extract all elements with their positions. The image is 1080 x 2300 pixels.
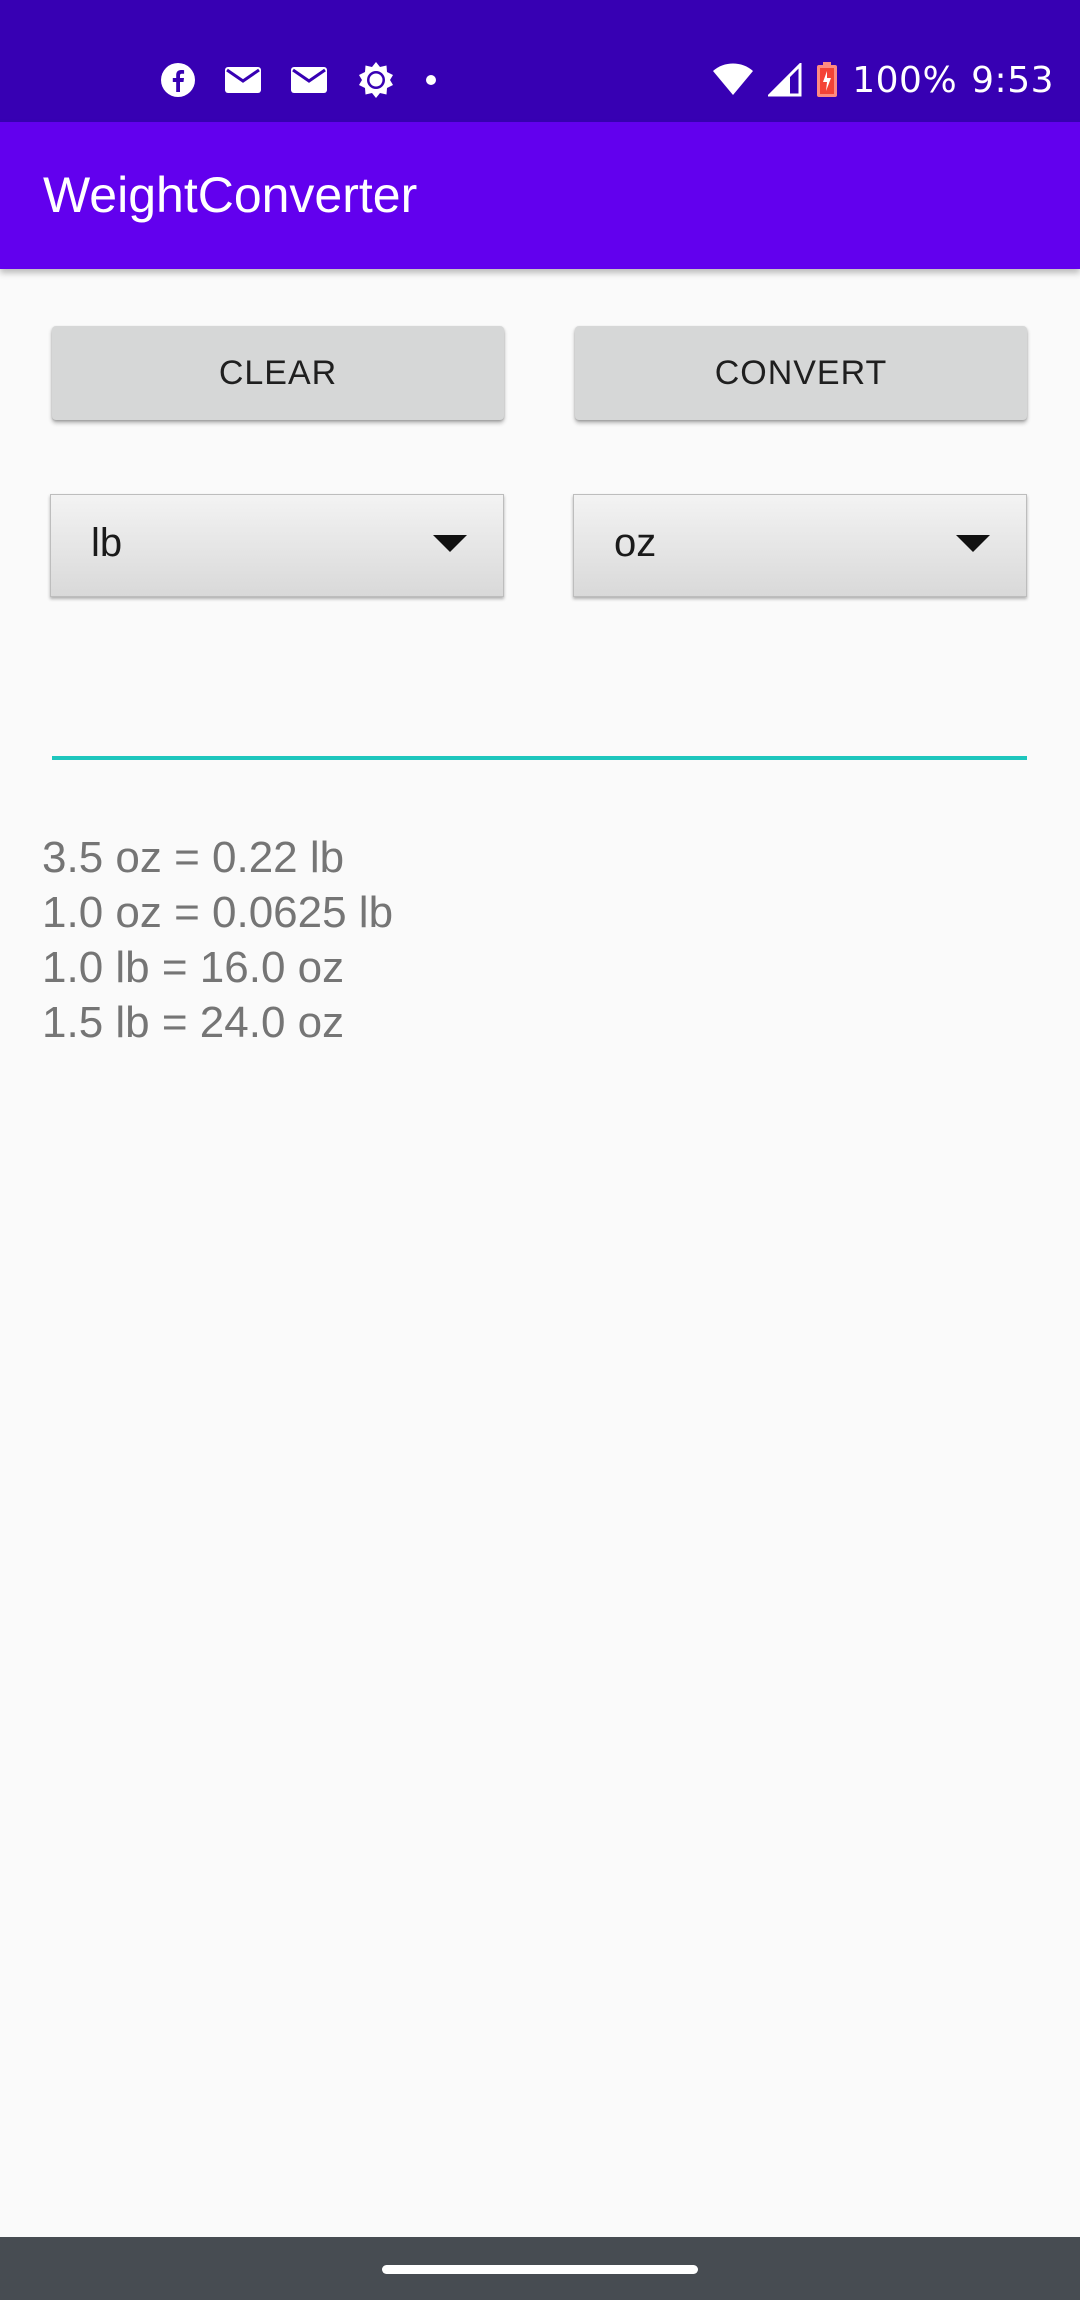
facebook-icon <box>160 62 196 98</box>
app-title: WeightConverter <box>43 167 418 223</box>
system-icons: 100% 9:53 <box>712 56 1054 104</box>
dropdown-arrow-icon <box>433 535 467 552</box>
notification-icons <box>160 56 438 104</box>
conversion-history-list: 3.5 oz = 0.22 lb 1.0 oz = 0.0625 lb 1.0 … <box>42 830 393 1050</box>
app-bar: WeightConverter <box>0 122 1080 269</box>
clock: 9:53 <box>971 59 1054 101</box>
cellular-signal-icon <box>768 63 802 97</box>
history-item: 1.0 lb = 16.0 oz <box>42 943 345 992</box>
from-unit-spinner[interactable]: lb <box>50 494 504 597</box>
brightness-icon <box>356 60 396 100</box>
history-item: 1.5 lb = 24.0 oz <box>42 998 345 1047</box>
dot-icon <box>424 73 438 87</box>
history-item: 1.0 oz = 0.0625 lb <box>42 888 394 937</box>
status-bar: 100% 9:53 <box>0 0 1080 122</box>
clear-button[interactable]: CLEAR <box>52 326 504 420</box>
dropdown-arrow-icon <box>956 535 990 552</box>
gmail-icon <box>290 65 328 95</box>
battery-charging-icon <box>816 62 838 98</box>
convert-button[interactable]: CONVERT <box>575 326 1027 420</box>
to-unit-value: oz <box>614 521 657 565</box>
weight-input[interactable] <box>52 690 1027 760</box>
to-unit-spinner[interactable]: oz <box>573 494 1027 597</box>
gmail-icon <box>224 65 262 95</box>
battery-percent: 100% <box>852 59 958 101</box>
home-gesture-handle[interactable] <box>382 2265 698 2274</box>
from-unit-value: lb <box>91 521 123 565</box>
navigation-bar <box>0 2237 1080 2300</box>
wifi-icon <box>712 63 754 97</box>
history-item: 3.5 oz = 0.22 lb <box>42 833 345 882</box>
